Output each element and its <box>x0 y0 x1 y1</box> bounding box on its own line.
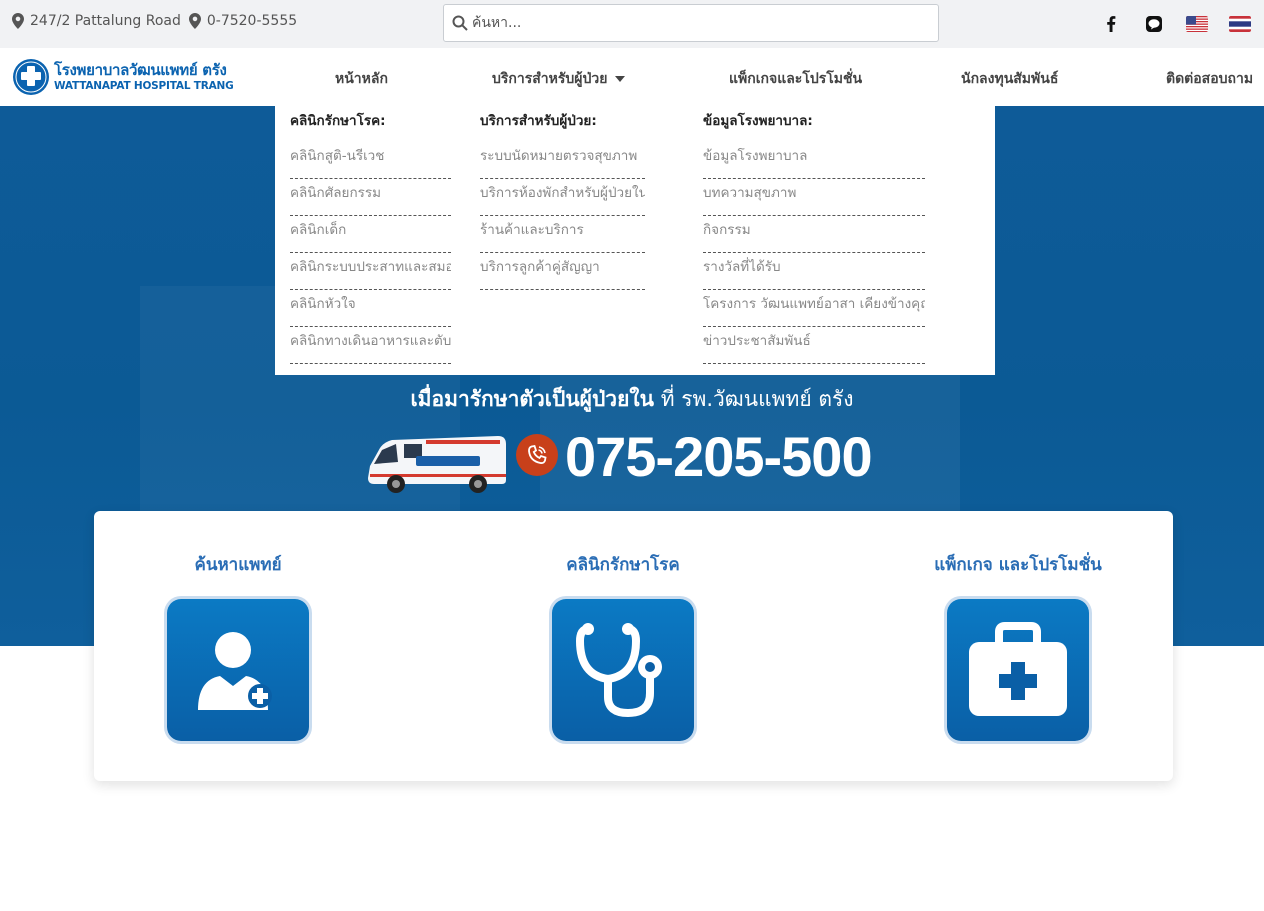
social-links <box>1100 13 1264 35</box>
doctor-icon[interactable] <box>167 599 309 741</box>
hero-headline-rest: ที่ รพ.วัฒนแพทย์ ตรัง <box>654 387 854 411</box>
dropdown-item[interactable]: คลินิกศัลยกรรม <box>290 179 451 216</box>
dropdown-item[interactable]: ระบบนัดหมายตรวจสุขภาพ <box>480 142 645 179</box>
location-pin-icon <box>188 13 201 29</box>
main-navbar: โรงพยาบาลวัฒนแพทย์ ตรัง WATTANAPAT HOSPI… <box>0 48 1264 106</box>
card-title: คลินิกรักษาโรค <box>566 555 680 575</box>
dropdown-item[interactable]: บทความสุขภาพ <box>703 179 925 216</box>
dropdown-item[interactable]: ข่าวประชาสัมพันธ์ <box>703 327 925 364</box>
address-item[interactable]: 247/2 Pattalung Road <box>12 13 181 29</box>
dropdown-item[interactable]: ร้านค้าและบริการ <box>480 216 645 253</box>
dropdown-heading-clinics: คลินิกรักษาโรค: <box>290 113 386 129</box>
dropdown-item[interactable]: คลินิกหัวใจ <box>290 290 451 327</box>
card-title: แพ็กเกจ และโปรโมชั่น <box>934 555 1102 575</box>
logo-name-th: โรงพยาบาลวัฒนแพทย์ ตรัง <box>54 60 227 79</box>
th-flag-icon[interactable] <box>1229 13 1251 35</box>
phone-item[interactable]: 0-7520-5555 <box>188 13 298 29</box>
search-box <box>443 4 939 42</box>
nav-services-label: บริการสำหรับผู้ป่วย <box>492 71 608 87</box>
dropdown-item[interactable]: คลินิกระบบประสาทและสมอง <box>290 253 451 290</box>
search-icon <box>452 15 468 31</box>
dropdown-col-services: บริการสำหรับผู้ป่วย: ระบบนัดหมายตรวจสุขภ… <box>480 112 645 290</box>
card-clinics[interactable]: คลินิกรักษาโรค <box>503 551 743 741</box>
hotline-number[interactable]: 075-205-500 <box>565 424 873 489</box>
dropdown-col-info: ข้อมูลโรงพยาบาล: ข้อมูลโรงพยาบาล บทความส… <box>703 112 925 364</box>
services-dropdown: คลินิกรักษาโรค: คลินิกสูติ-นรีเวช คลินิก… <box>275 106 995 375</box>
phone-text: 0-7520-5555 <box>206 13 298 29</box>
chevron-down-icon <box>615 76 626 82</box>
address-text: 247/2 Pattalung Road <box>30 13 181 29</box>
dropdown-item[interactable]: คลินิกเด็ก <box>290 216 451 253</box>
hero-headline: เมื่อมารักษาตัวเป็นผู้ป่วยใน ที่ รพ.วัฒน… <box>0 383 1264 416</box>
dropdown-heading-info: ข้อมูลโรงพยาบาล: <box>703 113 813 129</box>
facebook-icon[interactable] <box>1100 13 1122 35</box>
logo-name-en: WATTANAPAT HOSPITAL TRANG <box>54 79 234 92</box>
dropdown-item[interactable]: กิจกรรม <box>703 216 925 253</box>
dropdown-item[interactable]: บริการห้องพักสำหรับผู้ป่วยใน <box>480 179 645 216</box>
nav-contact[interactable]: ติดต่อสอบถาม <box>1166 68 1253 90</box>
nav-packages[interactable]: แพ็กเกจและโปรโมชั่น <box>729 68 862 90</box>
location-pin-icon <box>12 13 24 29</box>
dropdown-item[interactable]: บริการลูกค้าคู่สัญญา <box>480 253 645 290</box>
phone-icon[interactable] <box>516 434 558 476</box>
dropdown-item[interactable]: คลินิกสูติ-นรีเวช <box>290 142 451 179</box>
card-title: ค้นหาแพทย์ <box>194 555 282 575</box>
hospital-logo[interactable]: โรงพยาบาลวัฒนแพทย์ ตรัง WATTANAPAT HOSPI… <box>12 58 234 96</box>
nav-investors[interactable]: นักลงทุนสัมพันธ์ <box>961 68 1058 90</box>
ambulance-image <box>368 436 506 493</box>
dropdown-item[interactable]: รางวัลที่ได้รับ <box>703 253 925 290</box>
dropdown-item[interactable]: โครงการ วัฒนแพทย์อาสา เคียงข้างคุณ <box>703 290 925 327</box>
card-packages[interactable]: แพ็กเกจ และโปรโมชั่น <box>898 551 1138 741</box>
nav-home[interactable]: หน้าหลัก <box>335 68 388 90</box>
nav-services[interactable]: บริการสำหรับผู้ป่วย <box>492 68 626 90</box>
stethoscope-icon[interactable] <box>552 599 694 741</box>
contact-info: 247/2 Pattalung Road 0-7520-5555 <box>12 13 305 29</box>
search-input[interactable] <box>472 15 912 31</box>
dropdown-item[interactable]: ข้อมูลโรงพยาบาล <box>703 142 925 179</box>
dropdown-heading-services: บริการสำหรับผู้ป่วย: <box>480 113 597 129</box>
dropdown-col-clinics: คลินิกรักษาโรค: คลินิกสูติ-นรีเวช คลินิก… <box>290 112 451 364</box>
hero-headline-bold: เมื่อมารักษาตัวเป็นผู้ป่วยใน <box>410 387 655 411</box>
dropdown-item[interactable]: คลินิกทางเดินอาหารและตับ <box>290 327 451 364</box>
quick-links-panel: ค้นหาแพทย์ คลินิกรักษาโรค แพ็กเกจ และโปร… <box>94 511 1173 781</box>
top-bar: 247/2 Pattalung Road 0-7520-5555 <box>0 0 1264 48</box>
us-flag-icon[interactable] <box>1186 13 1208 35</box>
medical-kit-icon[interactable] <box>947 599 1089 741</box>
hospital-cross-logo-icon <box>13 59 49 95</box>
line-icon[interactable] <box>1143 13 1165 35</box>
card-find-doctor[interactable]: ค้นหาแพทย์ <box>118 551 358 741</box>
